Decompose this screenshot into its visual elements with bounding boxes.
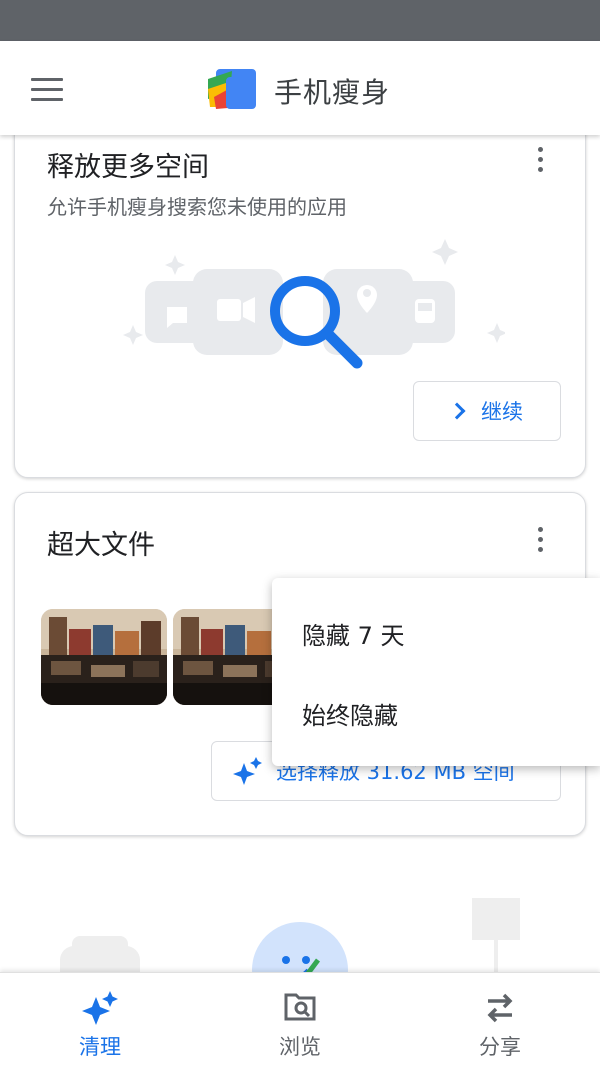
nav-item-clean[interactable]: 清理	[0, 973, 200, 1067]
large-file-thumbnail[interactable]	[41, 609, 167, 705]
nav-item-browse[interactable]: 浏览	[200, 973, 400, 1067]
nav-label-browse: 浏览	[279, 1035, 321, 1059]
app-title: 手机瘦身	[274, 76, 391, 109]
nav-label-clean: 清理	[79, 1035, 121, 1059]
card-subtitle: 允许手机瘦身搜索您未使用的应用	[47, 195, 347, 219]
bottom-navigation: 清理 浏览 分享	[0, 972, 600, 1067]
status-bar	[0, 0, 600, 41]
more-options-icon[interactable]	[525, 139, 555, 179]
more-options-icon[interactable]	[525, 519, 555, 559]
files-app-logo	[208, 69, 256, 109]
unused-apps-card: 释放更多空间 允许手机瘦身搜索您未使用的应用 继续	[14, 120, 586, 478]
app-bar: 手机瘦身	[0, 41, 600, 135]
background-illustration	[60, 898, 520, 980]
nav-label-share: 分享	[479, 1035, 521, 1059]
app-search-illustration	[123, 239, 505, 369]
continue-label: 继续	[481, 400, 523, 424]
overflow-menu: 隐藏 7 天 始终隐藏	[272, 578, 600, 766]
menu-item-always-hide[interactable]: 始终隐藏	[302, 696, 398, 731]
hamburger-menu-icon[interactable]	[22, 69, 72, 109]
chevron-right-icon	[448, 402, 466, 420]
menu-item-hide-7-days[interactable]: 隐藏 7 天	[302, 616, 405, 651]
browse-folder-icon	[284, 993, 316, 1021]
swap-arrows-icon	[487, 993, 513, 1023]
sparkle-icon	[233, 757, 262, 785]
nav-item-share[interactable]: 分享	[400, 973, 600, 1067]
continue-button[interactable]: 继续	[413, 381, 561, 441]
sparkle-icon	[82, 991, 118, 1025]
card-title: 超大文件	[47, 530, 155, 561]
card-title: 释放更多空间	[47, 152, 209, 183]
